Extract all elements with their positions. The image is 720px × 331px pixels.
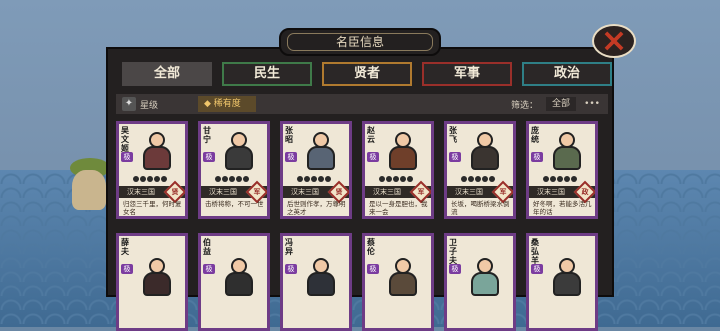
close-icon: × [600, 21, 628, 59]
category-tabs: 全部 民生 贤者 军事 政治 [122, 62, 612, 86]
minister-portrait [385, 256, 421, 300]
grade-tag: 极 [531, 152, 543, 162]
minister-card[interactable]: 张飞 极 汉末三国 军 长坂，喝断桥梁水倒流 [444, 121, 516, 219]
rarity-label: 稀有度 [213, 99, 241, 109]
minister-card[interactable]: 伯益 极 [198, 233, 270, 331]
minister-quote: 击桥将称，不可一世 [205, 200, 264, 208]
grade-tag: 极 [121, 264, 133, 274]
minister-portrait [467, 256, 503, 300]
minister-name: 张飞 [449, 126, 457, 144]
island-rock [72, 170, 106, 210]
minister-name: 赵云 [367, 126, 375, 144]
more-options-icon[interactable]: ••• [584, 99, 600, 109]
grade-tag: 极 [367, 264, 379, 274]
close-button[interactable]: × [592, 20, 636, 60]
minister-name: 吴文姬 [121, 126, 129, 153]
minister-card[interactable]: 薛夫 极 [116, 233, 188, 331]
floating-island-decoration [66, 150, 110, 220]
rarity-sort-button[interactable]: ◆ 稀有度 [198, 96, 256, 112]
diamond-icon: ◆ [204, 99, 211, 109]
grade-tag: 极 [285, 152, 297, 162]
minister-card[interactable]: 桑弘羊 极 [526, 233, 598, 331]
star-rating [543, 176, 577, 182]
grade-tag: 极 [203, 264, 215, 274]
minister-portrait [221, 130, 257, 174]
grade-tag: 极 [449, 152, 461, 162]
minister-card[interactable]: 甘宁 极 汉末三国 军 击桥将称，不可一世 [198, 121, 270, 219]
minister-card[interactable]: 庞统 极 汉末三国 政 好冬啊，若能多活几年的话 [526, 121, 598, 219]
tab-military[interactable]: 军事 [422, 62, 512, 86]
minister-name: 薛夫 [121, 238, 129, 256]
minister-quote: 好冬啊，若能多活几年的话 [533, 200, 592, 216]
minister-card[interactable]: 冯异 极 [280, 233, 352, 331]
minister-quote: 后世则作孝，万尊明之英才 [287, 200, 346, 216]
grade-tag: 极 [367, 152, 379, 162]
minister-quote: 归怨三千里，何时复女名 [123, 200, 182, 216]
star-sort-button[interactable]: ✦ 星级 [122, 96, 158, 112]
minister-name: 冯异 [285, 238, 293, 256]
star-sort-label: 星级 [140, 100, 159, 111]
grade-tag: 极 [449, 264, 461, 274]
star-rating [379, 176, 413, 182]
grade-tag: 极 [121, 152, 133, 162]
category-filter: 筛选： 全部 ••• [511, 96, 600, 112]
tab-politics[interactable]: 政治 [522, 62, 612, 86]
minister-name: 甘宁 [203, 126, 211, 144]
minister-portrait [385, 130, 421, 174]
minister-card[interactable]: 蔡伦 极 [362, 233, 434, 331]
minister-portrait [549, 256, 585, 300]
minister-name: 伯益 [203, 238, 211, 256]
minister-name: 庞统 [531, 126, 539, 144]
minister-card[interactable]: 吴文姬 极 汉末三国 贤 归怨三千里，何时复女名 [116, 121, 188, 219]
minister-name: 蔡伦 [367, 238, 375, 256]
grade-tag: 极 [285, 264, 297, 274]
grade-tag: 极 [203, 152, 215, 162]
grade-tag: 极 [531, 264, 543, 274]
minister-card-grid: 吴文姬 极 汉末三国 贤 归怨三千里，何时复女名 甘宁 极 汉末三国 军 击桥将… [116, 121, 608, 331]
minister-quote: 是以一身是胆也，我来一会 [369, 200, 428, 216]
minister-name: 张昭 [285, 126, 293, 144]
minister-portrait [139, 130, 175, 174]
minister-info-panel: 全部 民生 贤者 军事 政治 ✦ 星级 ◆ 稀有度 筛选： 全部 ••• 吴文姬… [106, 47, 614, 331]
star-rating [461, 176, 495, 182]
minister-portrait [467, 130, 503, 174]
window-title: 名臣信息 [279, 28, 441, 56]
tab-all[interactable]: 全部 [122, 62, 212, 86]
minister-name: 桑弘羊 [531, 238, 539, 265]
star-rating [133, 176, 167, 182]
filter-label: 筛选： [511, 100, 539, 111]
tab-livelihood[interactable]: 民生 [222, 62, 312, 86]
minister-card[interactable]: 赵云 极 汉末三国 军 是以一身是胆也，我来一会 [362, 121, 434, 219]
tab-sage[interactable]: 贤者 [322, 62, 412, 86]
star-rating [215, 176, 249, 182]
minister-name: 卫子夫 [449, 238, 457, 265]
minister-portrait [221, 256, 257, 300]
star-icon: ✦ [122, 97, 136, 111]
minister-portrait [139, 256, 175, 300]
filter-dropdown[interactable]: 全部 [546, 97, 577, 111]
minister-card[interactable]: 张昭 极 汉末三国 贤 后世则作孝，万尊明之英才 [280, 121, 352, 219]
star-rating [297, 176, 331, 182]
minister-quote: 长坂，喝断桥梁水倒流 [451, 200, 510, 216]
minister-portrait [549, 130, 585, 174]
minister-card[interactable]: 卫子夫 极 [444, 233, 516, 331]
minister-portrait [303, 130, 339, 174]
minister-portrait [303, 256, 339, 300]
filter-bar: ✦ 星级 ◆ 稀有度 筛选： 全部 ••• [116, 94, 608, 114]
